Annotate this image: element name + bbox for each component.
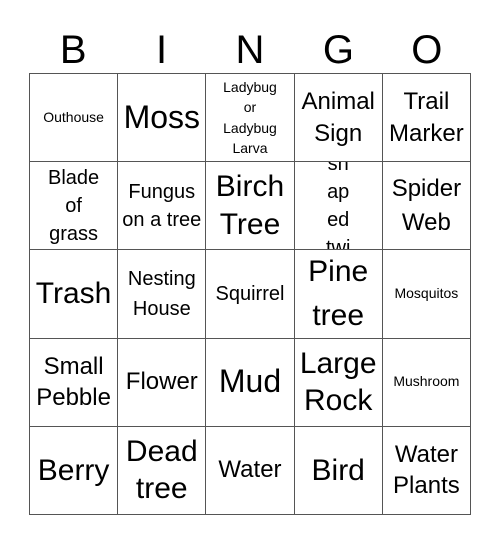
bingo-cell[interactable]: Mushroom [382,338,471,427]
cell-label: Mud [218,363,282,400]
bingo-cell[interactable]: Water [206,426,295,515]
cell-label: Flower [125,367,198,395]
header-letter-o: O [411,28,443,72]
cell-label: Bird [311,453,365,487]
bingo-cell[interactable]: Pine tree [294,250,383,339]
bingo-cell[interactable]: Animal Sign [294,74,383,163]
cell-label: Y-shaped twig [325,162,351,251]
bingo-cell[interactable]: Moss [118,74,207,163]
bingo-cell[interactable]: Ladybug or Ladybug Larva [206,74,295,163]
cell-label: Spider Web [391,175,462,236]
bingo-cell[interactable]: Y-shaped twig [294,162,383,251]
bingo-cell[interactable]: Small Pebble [30,338,119,427]
cell-label: Mushroom [393,373,460,390]
bingo-cell[interactable]: Water Plants [382,426,471,515]
cell-label: Dead tree [125,434,198,506]
cell-label: Water [218,455,282,483]
header-letter-g: G [322,28,354,72]
cell-label: Fungus on a tree [122,180,202,231]
bingo-cell[interactable]: Birch Tree [206,162,295,251]
cell-label: Squirrel [215,282,285,305]
cell-label: Trail Marker [389,88,464,147]
cell-label: Mosquitos [394,285,459,302]
header-letter-n: N [235,28,265,72]
bingo-header: B I N G O [29,28,471,73]
bingo-cell[interactable]: Spider Web [382,162,471,251]
cell-label: Trash [35,277,112,311]
bingo-cell[interactable]: Mosquitos [382,250,471,339]
bingo-cell[interactable]: Nesting House [118,250,207,339]
header-letter-i: I [156,28,168,72]
bingo-cell[interactable]: Trash [30,250,119,339]
bingo-cell[interactable]: Mud [206,338,295,427]
bingo-cell[interactable]: Trail Marker [382,74,471,163]
cell-label: Pine tree [308,255,369,332]
bingo-cell[interactable]: Outhouse [30,74,119,163]
bingo-cell[interactable]: Squirrel [206,250,295,339]
bingo-cell[interactable]: Fungus on a tree [118,162,207,251]
bingo-cell[interactable]: Dead tree [118,426,207,515]
cell-label: Water Plants [393,441,460,500]
cell-label: Outhouse [43,108,104,125]
cell-label: Small Pebble [36,353,111,412]
bingo-cell[interactable]: Blade of grass [30,162,119,251]
cell-label: Moss [123,98,201,135]
cell-label: Berry [37,453,110,487]
cell-label: Birch Tree [215,170,285,241]
bingo-cell[interactable]: Large Rock [294,338,383,427]
bingo-cell[interactable]: Berry [30,426,119,515]
cell-label: Large Rock [299,346,377,418]
cell-label: Ladybug or Ladybug Larva [223,79,277,156]
bingo-cell[interactable]: Bird [294,426,383,515]
cell-label: Blade of grass [48,166,100,245]
bingo-board: Outhouse Moss Ladybug or Ladybug Larva A… [29,73,471,515]
header-letter-b: B [59,28,87,72]
bingo-cell[interactable]: Flower [118,338,207,427]
cell-label: Animal Sign [301,88,375,147]
cell-label: Nesting House [127,267,196,320]
